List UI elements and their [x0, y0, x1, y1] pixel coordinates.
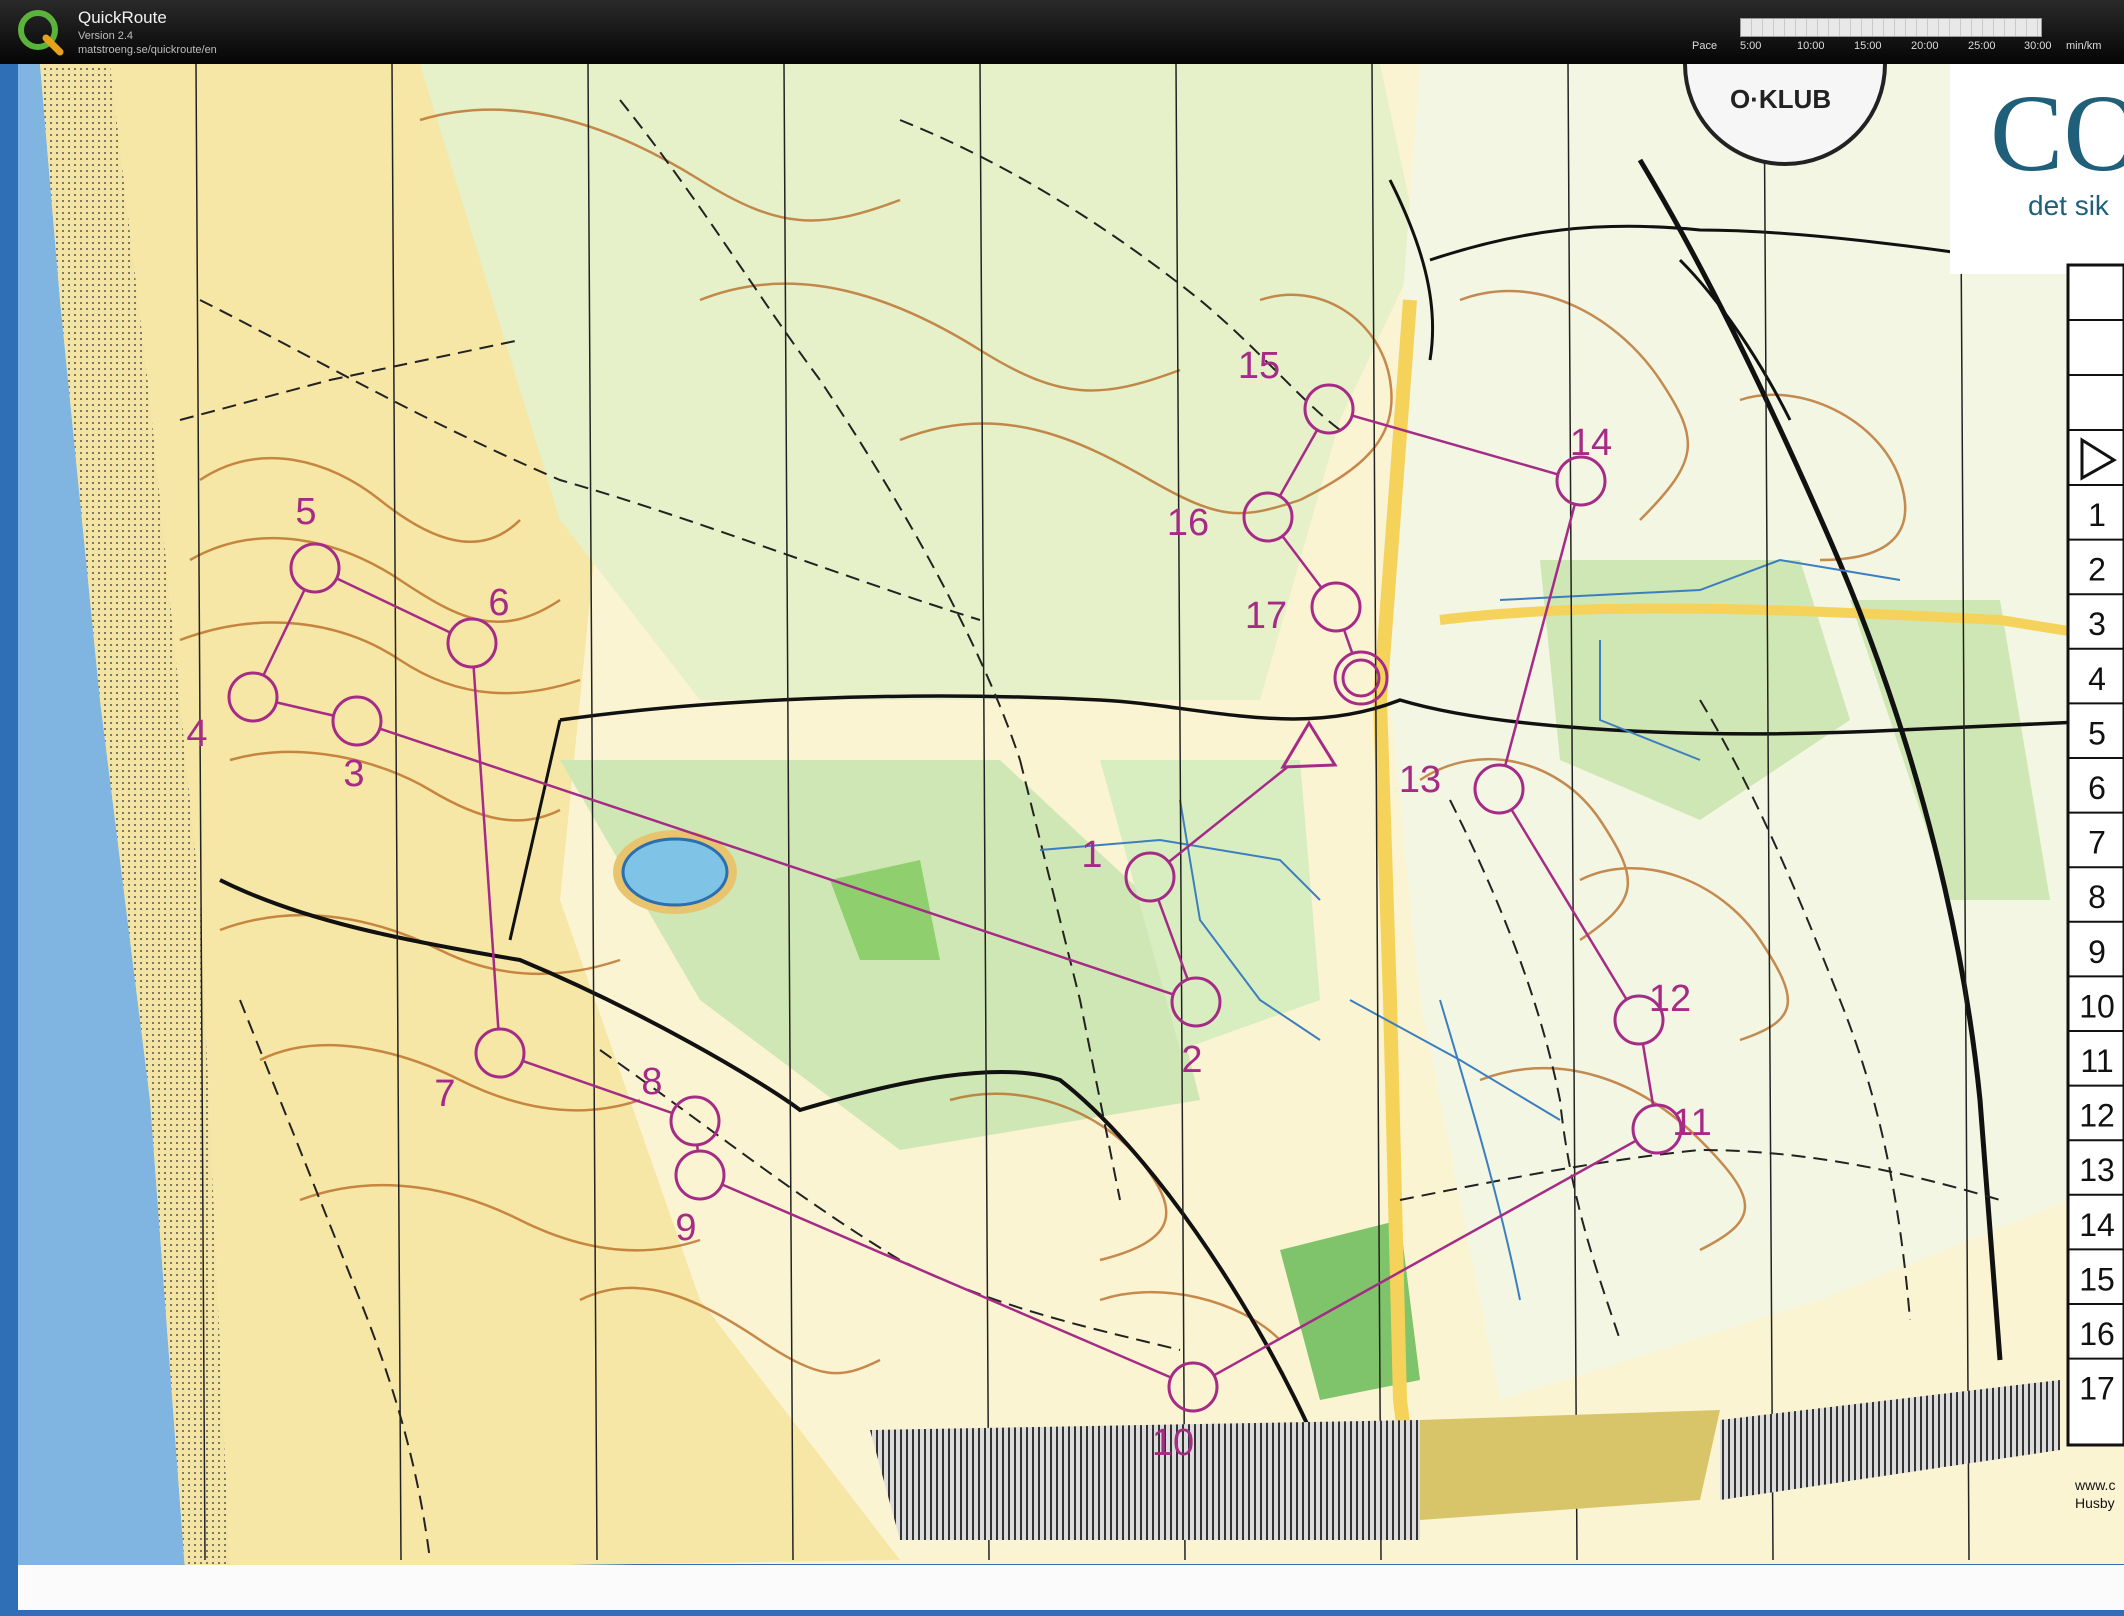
- pace-scale-bar: [1740, 18, 2042, 37]
- control-number: 14: [1570, 422, 1612, 464]
- description-row-number: 8: [2088, 879, 2106, 915]
- map-margin: [18, 1565, 2124, 1610]
- description-row-number: 13: [2079, 1152, 2115, 1188]
- description-row-number: 10: [2079, 988, 2115, 1024]
- control-number: 8: [641, 1061, 662, 1103]
- footer-fragment: www.c: [2074, 1477, 2115, 1493]
- control-number: 7: [434, 1073, 455, 1115]
- app-title: QuickRoute: [78, 8, 167, 27]
- app-url[interactable]: matstroeng.se/quickroute/en: [78, 44, 217, 56]
- footer-fragment: Husby: [2075, 1495, 2115, 1511]
- control-number: 4: [186, 713, 207, 755]
- control-description-sheet: 1234567891011121314151617 www.c Husby: [2066, 263, 2124, 1511]
- control-number: 17: [1245, 595, 1287, 637]
- control-number: 6: [488, 582, 509, 624]
- description-row-number: 7: [2088, 825, 2106, 861]
- control-number: 11: [1672, 1102, 1711, 1144]
- app-version: Version 2.4: [78, 30, 134, 42]
- control-number: 15: [1238, 345, 1280, 387]
- pace-tick: 5:00: [1740, 40, 1762, 52]
- pace-tick: 10:00: [1797, 40, 1825, 52]
- brand-fragment: CO: [1990, 72, 2124, 194]
- app-header: QuickRoute Version 2.4 matstroeng.se/qui…: [0, 0, 2124, 64]
- control-number: 5: [295, 491, 316, 533]
- description-row-number: 1: [2088, 497, 2106, 533]
- description-row-number: 11: [2080, 1043, 2113, 1079]
- pace-unit: min/km: [2066, 40, 2102, 52]
- description-row-number: 3: [2088, 606, 2106, 642]
- map-frame[interactable]: O·KLUB CO det sik 1 2 3 4 5 6 7 8 9 10 11 12 13 14 15 1…: [0, 64, 2124, 1616]
- control-number: 10: [1152, 1422, 1194, 1464]
- control-number: 3: [343, 753, 364, 795]
- pace-tick: 20:00: [1911, 40, 1939, 52]
- description-row-number: 15: [2079, 1261, 2115, 1297]
- lake-water: [621, 837, 729, 907]
- pace-tick: 25:00: [1968, 40, 1996, 52]
- orienteering-map[interactable]: O·KLUB CO det sik 1234567891011121314151…: [0, 64, 2124, 1616]
- control-number: 2: [1181, 1039, 1202, 1081]
- description-row-number: 2: [2088, 552, 2106, 588]
- control-number: 1: [1081, 834, 1102, 876]
- control-number: 9: [675, 1207, 696, 1249]
- quickroute-logo-icon: [18, 10, 64, 56]
- description-row-number: 6: [2088, 770, 2106, 806]
- pace-label: Pace: [1692, 40, 1718, 52]
- control-number: 16: [1167, 502, 1209, 544]
- description-row-number: 14: [2079, 1207, 2115, 1243]
- description-row-number: 5: [2088, 715, 2106, 751]
- description-row-number: 12: [2079, 1098, 2115, 1134]
- description-row-number: 4: [2088, 661, 2106, 697]
- brand-tagline: det sik: [2028, 190, 2110, 221]
- pace-tick: 30:00: [2024, 40, 2052, 52]
- club-logo-text: O·KLUB: [1730, 84, 1831, 114]
- settlement-area: [870, 1420, 1420, 1540]
- description-row-number: 17: [2079, 1371, 2115, 1407]
- pace-tick: 15:00: [1854, 40, 1882, 52]
- control-number: 12: [1649, 978, 1691, 1020]
- description-row-number: 9: [2088, 934, 2106, 970]
- control-number: 13: [1399, 759, 1441, 801]
- description-row-number: 16: [2079, 1316, 2115, 1352]
